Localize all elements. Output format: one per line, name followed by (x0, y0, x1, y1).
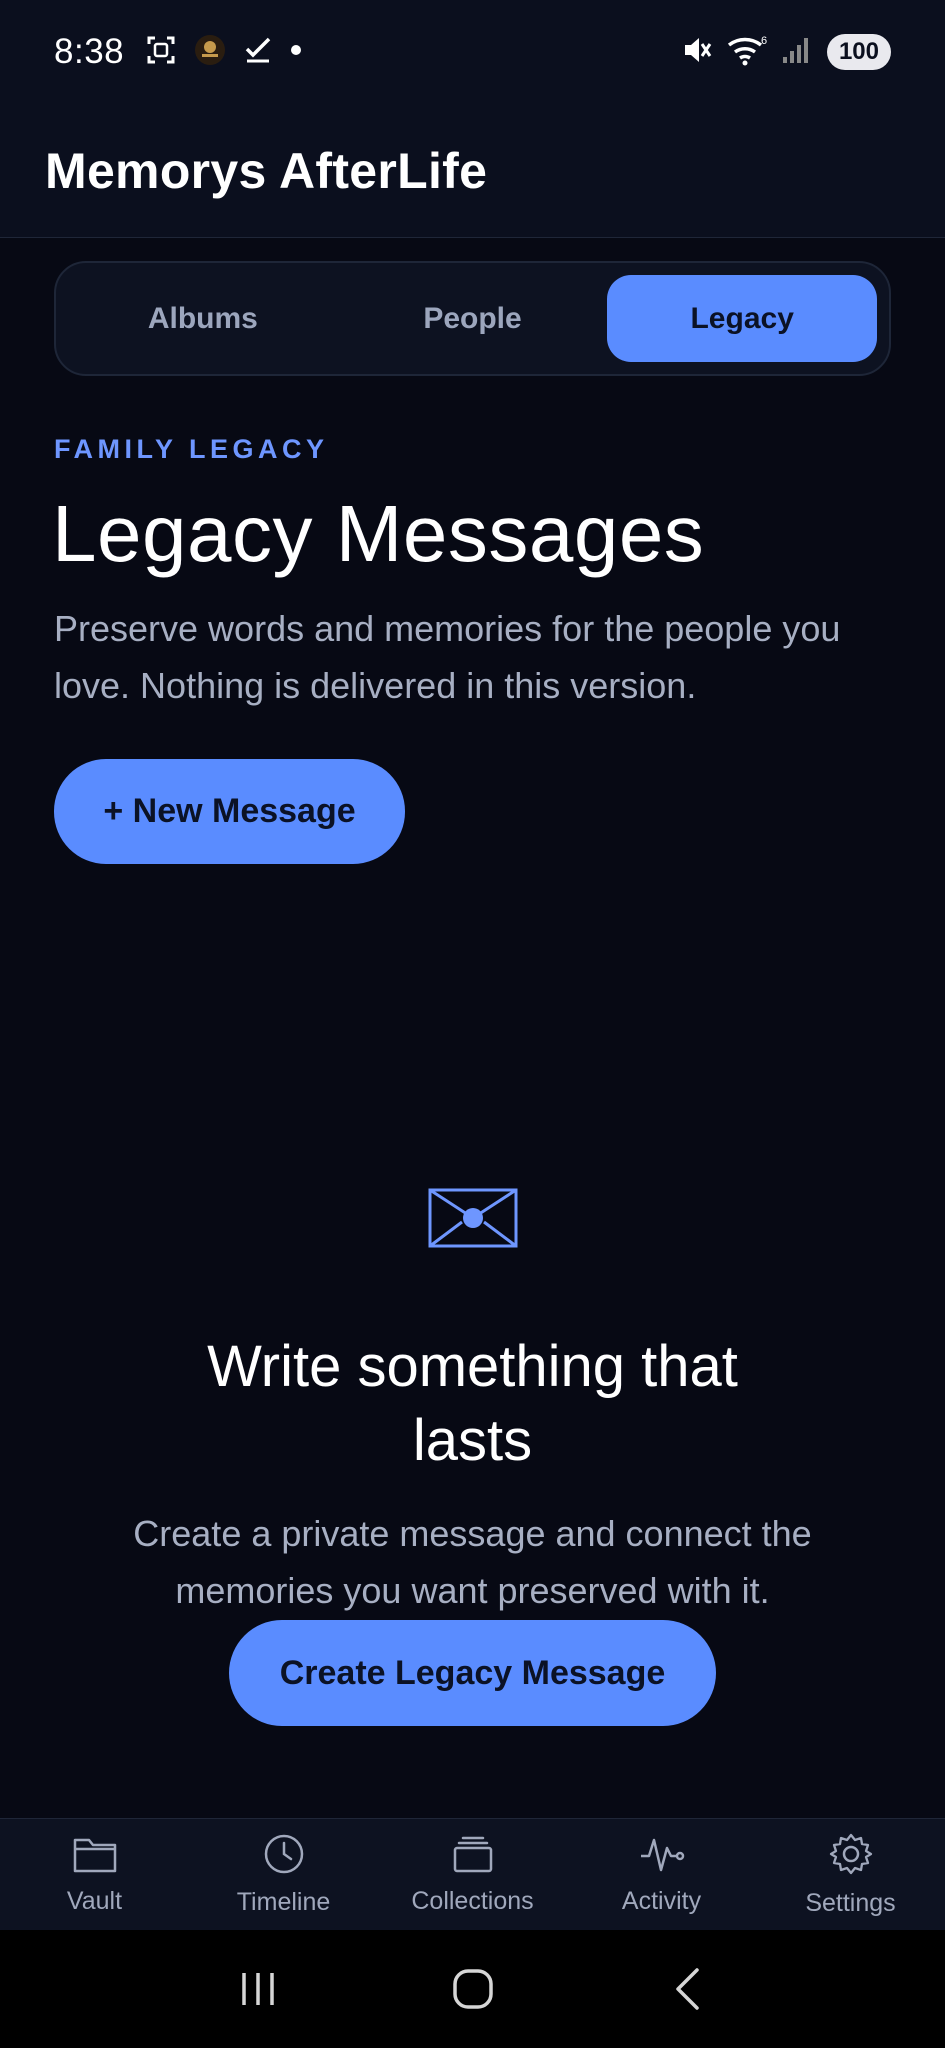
clock-icon (263, 1833, 305, 1880)
page-description: Preserve words and memories for the peop… (54, 608, 841, 706)
nav-item-activity[interactable]: Activity (567, 1819, 756, 1930)
create-legacy-message-button[interactable]: Create Legacy Message (229, 1620, 716, 1726)
tab-people[interactable]: People (338, 275, 608, 362)
system-nav-bar (0, 1930, 945, 2048)
folder-icon (72, 1834, 118, 1879)
signal-icon (781, 35, 813, 70)
tab-albums[interactable]: Albums (68, 275, 338, 362)
nav-label-timeline: Timeline (236, 1887, 331, 1916)
bottom-nav: Vault Timeline Collections Activity Sett… (0, 1818, 945, 1930)
recent-apps-icon[interactable] (213, 1949, 303, 2029)
nav-item-timeline[interactable]: Timeline (189, 1819, 378, 1930)
app-avatar-icon (194, 34, 226, 71)
svg-text:6: 6 (761, 35, 767, 47)
screenshot-icon (146, 35, 176, 70)
segmented-tabs: Albums People Legacy (54, 261, 891, 376)
check-icon (244, 36, 272, 69)
back-icon[interactable] (643, 1949, 733, 2029)
mute-icon (681, 34, 713, 71)
empty-state-title: Write something that lasts (207, 1334, 738, 1473)
home-icon[interactable] (428, 1949, 518, 2029)
nav-label-settings: Settings (805, 1888, 896, 1917)
gear-icon (829, 1832, 873, 1881)
page-title: Legacy Messages (52, 489, 705, 578)
status-notification-icons (146, 34, 302, 71)
new-message-button[interactable]: + New Message (54, 759, 405, 864)
envelope-icon (428, 1188, 518, 1253)
battery-icon: 100 (826, 34, 891, 70)
collections-icon (452, 1834, 494, 1879)
nav-item-settings[interactable]: Settings (756, 1819, 945, 1930)
tab-legacy[interactable]: Legacy (607, 275, 878, 362)
empty-state-description: Create a private message and connect the… (133, 1513, 812, 1611)
section-eyebrow: FAMILY LEGACY (54, 434, 329, 464)
nav-item-collections[interactable]: Collections (378, 1819, 567, 1930)
nav-label-vault: Vault (66, 1886, 123, 1915)
dot-icon (290, 43, 302, 61)
nav-item-vault[interactable]: Vault (0, 1819, 189, 1930)
status-time: 8:38 (54, 32, 125, 71)
app-bar: Memorys AfterLife (0, 104, 945, 238)
status-bar: 8:38 6 100 (0, 0, 945, 104)
nav-label-activity: Activity (621, 1886, 702, 1915)
pulse-icon (639, 1834, 685, 1879)
app-title: Memorys AfterLife (45, 142, 488, 199)
nav-label-collections: Collections (411, 1886, 534, 1915)
wifi-icon: 6 (727, 34, 767, 71)
